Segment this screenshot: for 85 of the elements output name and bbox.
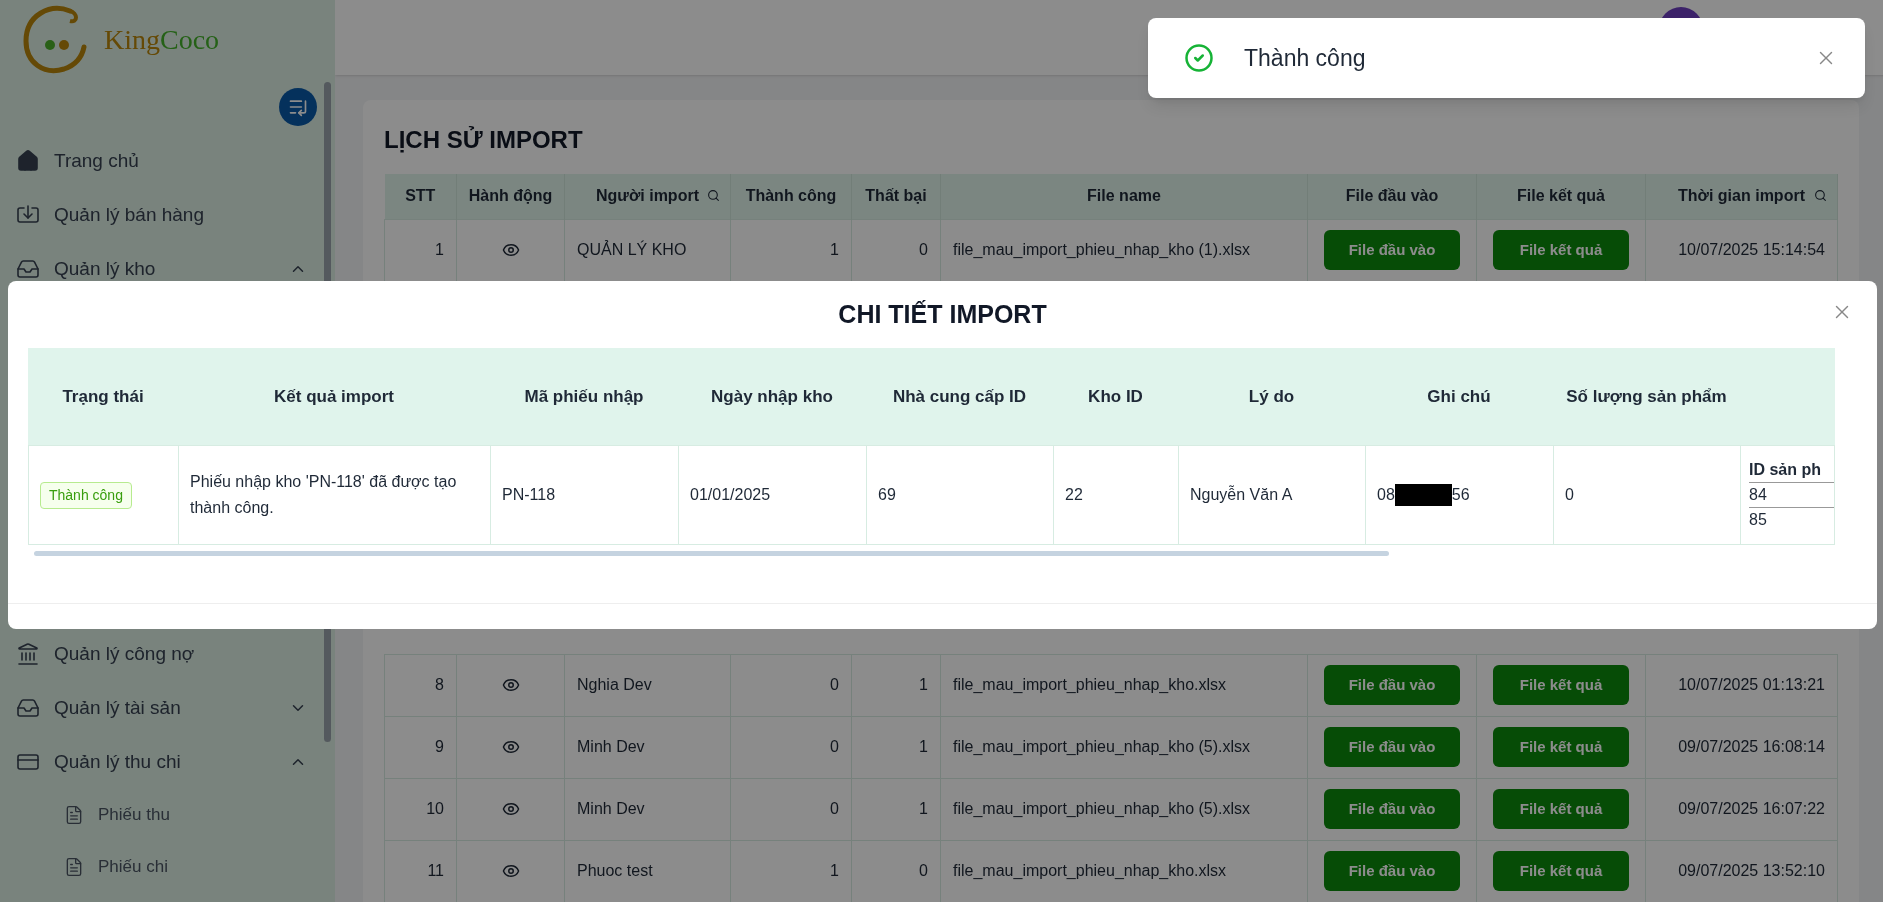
input-file-button[interactable]: File đầu vào — [1324, 230, 1460, 270]
column-header: Ghi chú — [1427, 385, 1491, 408]
menu-item[interactable]: Quản lý thu chi — [0, 735, 335, 789]
column-header: Thời gian import — [1678, 187, 1805, 205]
table-cell: 1 — [851, 778, 941, 840]
result-file-button[interactable]: File kết quả — [1493, 727, 1629, 767]
table-cell: 09/07/2025 16:08:14 — [1645, 716, 1838, 778]
table-cell: 0 — [730, 654, 852, 716]
column-header: Kho ID — [1088, 385, 1143, 408]
note-text: 08 — [1377, 485, 1395, 505]
product-id-header: ID sản ph — [1749, 458, 1834, 483]
brand-name: KingCoco — [104, 23, 220, 57]
search-icon[interactable] — [1814, 189, 1827, 202]
table-cell-text: 22 — [1065, 485, 1083, 505]
result-file-button[interactable]: File kết quả — [1493, 665, 1629, 705]
table-cell: Nghia Dev — [564, 654, 731, 716]
column-header: Thành công — [745, 187, 837, 205]
column-header: Lý do — [1248, 385, 1295, 408]
table-cell: 9 — [384, 716, 457, 778]
submenu-item[interactable]: Phiếu thu — [0, 789, 335, 841]
column-header: Kết quả import — [274, 385, 394, 408]
table-cell-text: PN-118 — [502, 485, 556, 505]
column-header: File name — [1087, 187, 1161, 205]
document-icon — [64, 805, 84, 825]
eye-icon[interactable] — [501, 800, 520, 818]
column-header: File đầu vào — [1345, 187, 1439, 205]
table-cell: 0 — [730, 778, 852, 840]
menu-icon — [288, 97, 308, 117]
table-cell: 10 — [384, 778, 457, 840]
result-file-button[interactable]: File kết quả — [1493, 789, 1629, 829]
column-header: Hành động — [468, 187, 553, 205]
table-cell: Minh Dev — [564, 716, 731, 778]
table-cell: 1 — [851, 716, 941, 778]
table-cell: 0 — [730, 716, 852, 778]
submenu-item[interactable]: Phiếu chi — [0, 841, 335, 893]
document-icon — [64, 857, 84, 877]
product-id: 85 — [1749, 510, 1768, 530]
input-file-button[interactable]: File đầu vào — [1324, 665, 1460, 705]
table-cell-text: Nguyễn Văn A — [1190, 484, 1293, 505]
menu-item[interactable]: Quản lý kho — [0, 242, 335, 296]
table-cell: 1 — [851, 654, 941, 716]
column-header: File kết quả — [1517, 187, 1605, 205]
table-cell: 8 — [384, 654, 457, 716]
table-cell-text: 69 — [878, 485, 896, 505]
search-icon[interactable] — [707, 189, 720, 202]
eye-icon[interactable] — [501, 676, 520, 694]
inbox-icon — [16, 696, 40, 720]
horizontal-scrollbar[interactable] — [34, 551, 1389, 556]
menu-item[interactable]: Quản lý công nợ — [0, 627, 335, 681]
table-cell-text: 01/01/2025 — [690, 485, 771, 505]
eye-icon[interactable] — [501, 862, 520, 880]
column-header: STT — [405, 187, 436, 205]
collapse-button[interactable] — [279, 88, 317, 126]
input-file-button[interactable]: File đầu vào — [1324, 727, 1460, 767]
table-cell-text: Phiếu nhập kho 'PN-118' đã được tạo thành công. — [190, 472, 458, 518]
bank-icon — [16, 642, 40, 666]
note-text: 56 — [1451, 485, 1470, 505]
home-icon — [16, 149, 40, 173]
result-file-button[interactable]: File kết quả — [1493, 851, 1629, 891]
inbox-icon — [16, 257, 40, 281]
table-cell: file_mau_import_phieu_nhap_kho.xlsx — [940, 654, 1308, 716]
result-file-button[interactable]: File kết quả — [1493, 230, 1629, 270]
column-header: Ngày nhập kho — [711, 385, 833, 408]
table-cell: 10/07/2025 01:13:21 — [1645, 654, 1838, 716]
column-header: Thất bại — [865, 187, 927, 205]
page-title: LỊCH SỬ IMPORT — [384, 125, 584, 155]
input-file-button[interactable]: File đầu vào — [1324, 789, 1460, 829]
toast-message: Thành công — [1244, 43, 1367, 73]
table-cell-text: 0 — [1565, 485, 1574, 505]
status-tag: Thành công — [40, 481, 132, 509]
table-cell: 11 — [384, 840, 457, 902]
product-id: 84 — [1749, 483, 1834, 508]
column-header: Nhà cung cấp ID — [892, 385, 1027, 408]
table-cell: 09/07/2025 16:07:22 — [1645, 778, 1838, 840]
dialog-title: CHI TIẾT IMPORT — [838, 298, 1047, 330]
input-file-button[interactable]: File đầu vào — [1324, 851, 1460, 891]
table-cell: Minh Dev — [564, 778, 731, 840]
column-header: Người import — [596, 187, 699, 205]
eye-icon[interactable] — [501, 241, 520, 259]
column-header: Số lượng sản phẩm — [1566, 385, 1727, 408]
eye-icon[interactable] — [501, 738, 520, 756]
table-cell: file_mau_import_phieu_nhap_kho (5).xlsx — [940, 716, 1308, 778]
column-header: Trạng thái — [62, 385, 144, 408]
table-cell: file_mau_import_phieu_nhap_kho (5).xlsx — [940, 778, 1308, 840]
column-header: Mã phiếu nhập — [524, 385, 644, 408]
